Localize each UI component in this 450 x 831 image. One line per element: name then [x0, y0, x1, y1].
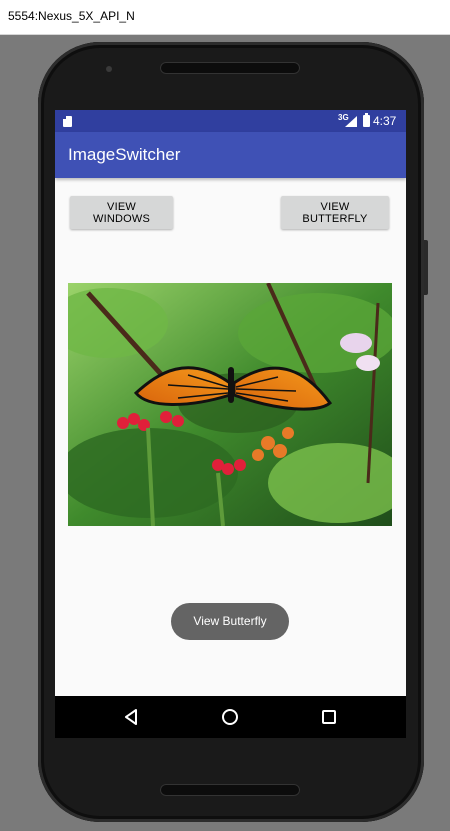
view-butterfly-button[interactable]: VIEW BUTTERFLY — [281, 196, 389, 229]
back-triangle-icon[interactable] — [123, 708, 139, 726]
device-screen: 3G 4:37 ImageSwitcher VIEW WINDOWS VIEW … — [55, 110, 406, 738]
emulator-title-bar: 5554:Nexus_5X_API_N — [0, 0, 450, 35]
sd-card-icon — [63, 116, 72, 127]
image-switcher-view — [68, 283, 392, 526]
signal-icon — [345, 116, 357, 127]
recents-square-icon[interactable] — [321, 708, 337, 726]
phone-side-button[interactable] — [424, 240, 428, 295]
top-speaker-grille — [160, 62, 300, 74]
status-clock: 4:37 — [373, 114, 397, 128]
battery-icon — [363, 113, 370, 127]
home-circle-icon[interactable] — [221, 708, 239, 726]
app-title: ImageSwitcher — [68, 145, 181, 164]
emulator-title: 5554:Nexus_5X_API_N — [8, 9, 135, 23]
bottom-speaker-grille — [160, 784, 300, 796]
front-camera-icon — [106, 66, 112, 72]
butterfly-image — [68, 283, 392, 526]
status-bar: 3G 4:37 — [55, 110, 406, 132]
app-bar: ImageSwitcher — [55, 132, 406, 178]
view-windows-button[interactable]: VIEW WINDOWS — [70, 196, 173, 229]
navigation-bar — [55, 696, 406, 738]
toast-message: View Butterfly — [171, 603, 289, 640]
